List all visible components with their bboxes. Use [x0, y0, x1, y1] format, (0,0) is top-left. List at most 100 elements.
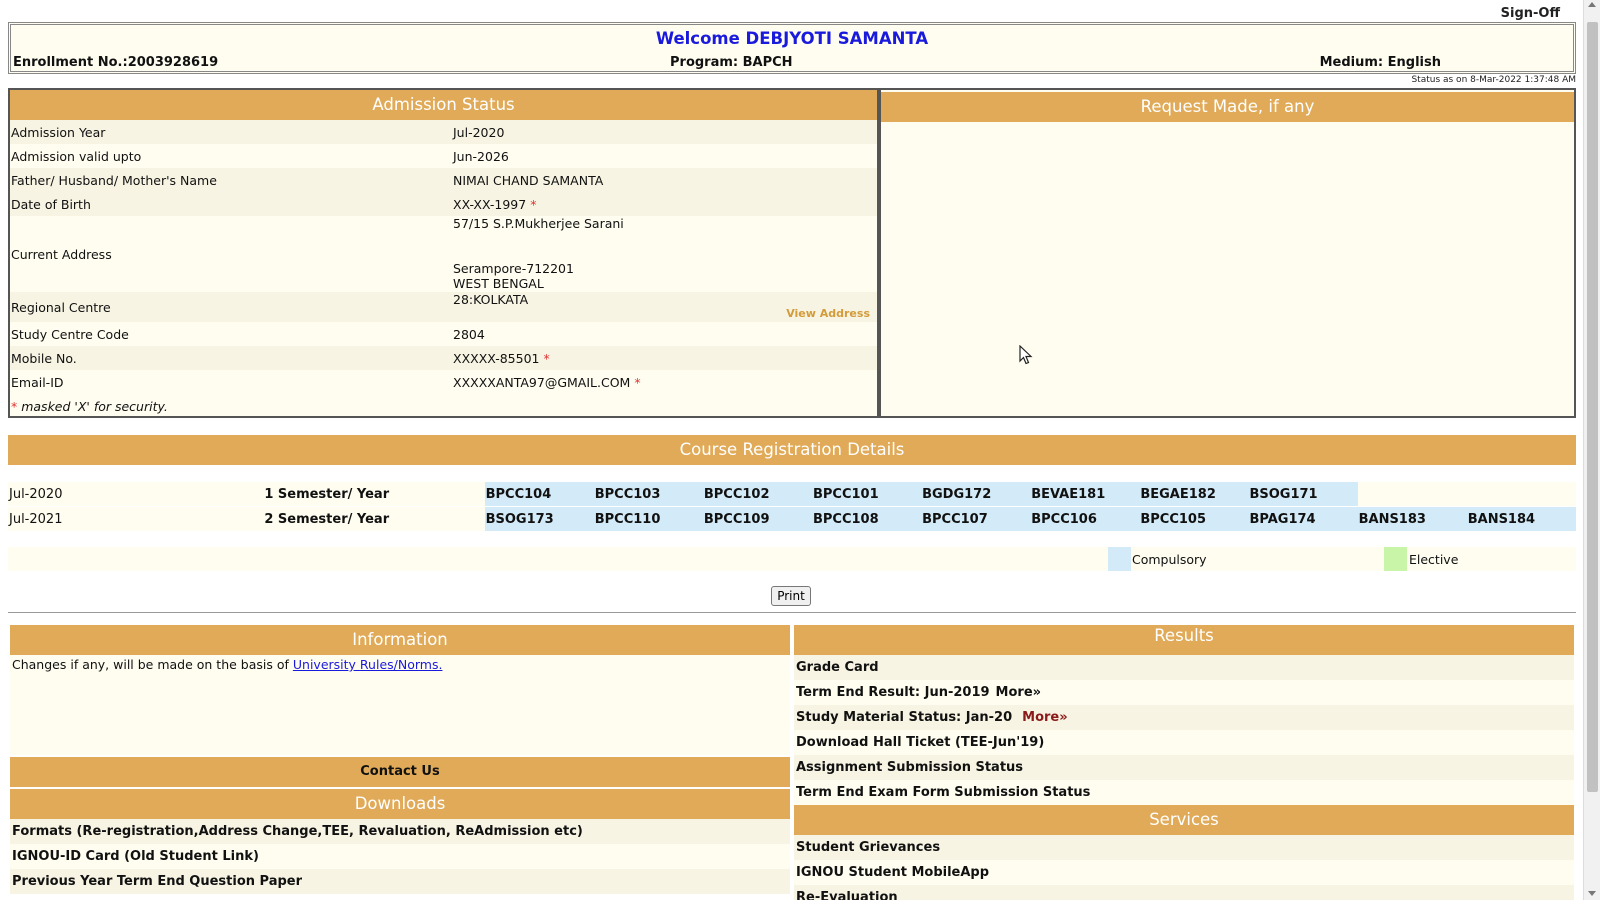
course-code: BPCC106 — [1030, 507, 1140, 531]
study-material-row[interactable]: Study Material Status: Jan-20 More» — [794, 705, 1574, 730]
row-label: Mobile No. — [10, 346, 451, 370]
enrollment-number: Enrollment No.:2003928619 — [13, 55, 219, 70]
reg-semester: 2 Semester/ Year — [262, 507, 485, 531]
address-line-1: 57/15 S.P.Mukherjee Sarani — [453, 216, 624, 231]
information-text: Changes if any, will be made on the basi… — [12, 657, 293, 672]
print-button[interactable]: Print — [771, 586, 811, 606]
hall-ticket-link[interactable]: Download Hall Ticket (TEE-Jun'19) — [794, 730, 1574, 755]
course-legend: Compulsory Elective — [8, 547, 1576, 571]
view-address-link[interactable]: View Address — [786, 307, 870, 320]
course-code: BPCC110 — [593, 507, 703, 531]
downloads-title: Downloads — [10, 789, 790, 819]
course-registration-table: Jul-2020 1 Semester/ Year BPCC104 BPCC10… — [8, 481, 1576, 532]
university-rules-link[interactable]: University Rules/Norms. — [293, 657, 443, 672]
course-code: BANS183 — [1357, 507, 1467, 531]
email-value: XXXXXANTA97@GMAIL.COM — [453, 374, 631, 390]
admission-row: Mobile No. XXXXX-85501 * — [10, 346, 877, 370]
table-row: Jul-2021 2 Semester/ Year BSOG173 BPCC11… — [8, 507, 1576, 531]
course-code: BPCC103 — [593, 482, 703, 506]
row-value: Jul-2020 — [451, 120, 877, 144]
course-code: BEVAE181 — [1030, 482, 1140, 506]
student-grievances-link[interactable]: Student Grievances — [794, 835, 1574, 860]
right-column: Results Grade Card Term End Result: Jun-… — [794, 625, 1574, 900]
course-code: BPCC105 — [1139, 507, 1249, 531]
left-column: Information Changes if any, will be made… — [10, 625, 790, 894]
admission-status-title: Admission Status — [10, 90, 877, 120]
scroll-down-arrow-icon[interactable] — [1588, 891, 1596, 896]
welcome-title: Welcome DEBJYOTI SAMANTA — [655, 29, 929, 48]
program-name: Program: BAPCH — [670, 55, 793, 70]
row-label: Father/ Husband/ Mother's Name — [10, 168, 451, 192]
term-end-more-link[interactable]: More» — [996, 685, 1042, 700]
address-line-3: WEST BENGAL — [453, 276, 544, 291]
term-end-result-row[interactable]: Term End Result: Jun-2019 More» — [794, 680, 1574, 705]
scroll-up-arrow-icon[interactable] — [1588, 2, 1596, 7]
contact-us-link[interactable]: Contact Us — [10, 757, 790, 787]
services-title: Services — [794, 805, 1574, 835]
admission-status-panel: Admission Status Admission Year Jul-2020… — [8, 88, 879, 418]
mouse-cursor-icon — [1019, 345, 1033, 365]
assignment-status-link[interactable]: Assignment Submission Status — [794, 755, 1574, 780]
reg-year: Jul-2021 — [8, 507, 263, 531]
admission-row: Email-ID XXXXXANTA97@GMAIL.COM * — [10, 370, 877, 394]
scroll-thumb[interactable] — [1587, 22, 1598, 792]
page-scrollbar[interactable] — [1583, 0, 1600, 900]
term-end-result-label: Term End Result: Jun-2019 — [796, 685, 990, 700]
row-label: Admission Year — [10, 120, 451, 144]
course-code: BANS184 — [1466, 507, 1576, 531]
dob-value: XX-XX-1997 — [453, 196, 527, 212]
admission-row: Regional Centre 28:KOLKATA View Address — [10, 292, 877, 322]
required-star: * — [543, 350, 550, 366]
status-timestamp: Status as on 8-Mar-2022 1:37:48 AM — [1411, 75, 1576, 85]
grade-card-link[interactable]: Grade Card — [794, 655, 1574, 680]
admission-row: Admission Year Jul-2020 — [10, 120, 877, 144]
study-material-more-link[interactable]: More» — [1022, 710, 1068, 725]
row-value: Jun-2026 — [453, 148, 509, 164]
row-label: Study Centre Code — [11, 326, 129, 342]
exam-form-status-link[interactable]: Term End Exam Form Submission Status — [794, 780, 1574, 805]
download-formats-link[interactable]: Formats (Re-registration,Address Change,… — [10, 819, 790, 844]
request-title: Request Made, if any — [881, 92, 1574, 122]
masked-note: masked 'X' for security. — [17, 398, 168, 414]
sign-off-link[interactable]: Sign-Off — [1501, 6, 1560, 21]
course-code: BPCC109 — [702, 507, 812, 531]
mobile-value: XXXXX-85501 — [453, 350, 540, 366]
course-code: BPCC104 — [484, 482, 594, 506]
results-title: Results — [794, 625, 1574, 655]
row-label: Regional Centre — [10, 292, 451, 322]
reg-year: Jul-2020 — [8, 482, 263, 506]
regional-centre-value: 28:KOLKATA — [453, 292, 529, 307]
course-registration-title: Course Registration Details — [8, 435, 1576, 465]
divider — [8, 612, 1576, 613]
download-id-card-link[interactable]: IGNOU-ID Card (Old Student Link) — [10, 844, 790, 869]
elective-label: Elective — [1409, 552, 1459, 567]
row-label: Date of Birth — [10, 192, 451, 216]
elective-swatch — [1384, 547, 1407, 571]
admission-row: Date of Birth XX-XX-1997 * — [10, 192, 877, 216]
row-label: Admission valid upto — [11, 148, 142, 164]
course-code: BGDG172 — [921, 482, 1031, 506]
course-code: BPCC102 — [702, 482, 812, 506]
admission-row: * masked 'X' for security. — [10, 394, 877, 418]
admission-row: Admission valid upto Jun-2026 — [10, 144, 877, 168]
course-code: BPCC107 — [921, 507, 1031, 531]
download-question-paper-link[interactable]: Previous Year Term End Question Paper — [10, 869, 790, 894]
required-star: * — [634, 374, 641, 390]
admission-row: Father/ Husband/ Mother's Name NIMAI CHA… — [10, 168, 877, 192]
address-line-2: Serampore-712201 — [453, 261, 574, 276]
mobile-app-link[interactable]: IGNOU Student MobileApp — [794, 860, 1574, 885]
required-star: * — [530, 196, 537, 212]
re-evaluation-link[interactable]: Re-Evaluation — [794, 885, 1574, 900]
row-label: Current Address — [11, 246, 112, 262]
compulsory-label: Compulsory — [1132, 552, 1207, 567]
course-code: BPCC108 — [811, 507, 922, 531]
medium-label: Medium: English — [1319, 55, 1441, 70]
information-body: Changes if any, will be made on the basi… — [10, 655, 790, 755]
admission-row: Study Centre Code 2804 — [10, 322, 877, 346]
compulsory-swatch — [1108, 547, 1131, 571]
row-value: NIMAI CHAND SAMANTA — [451, 168, 877, 192]
course-code: BSOG173 — [484, 507, 594, 531]
course-code: BEGAE182 — [1139, 482, 1249, 506]
course-code: BPAG174 — [1248, 507, 1358, 531]
course-code: BPCC101 — [811, 482, 922, 506]
